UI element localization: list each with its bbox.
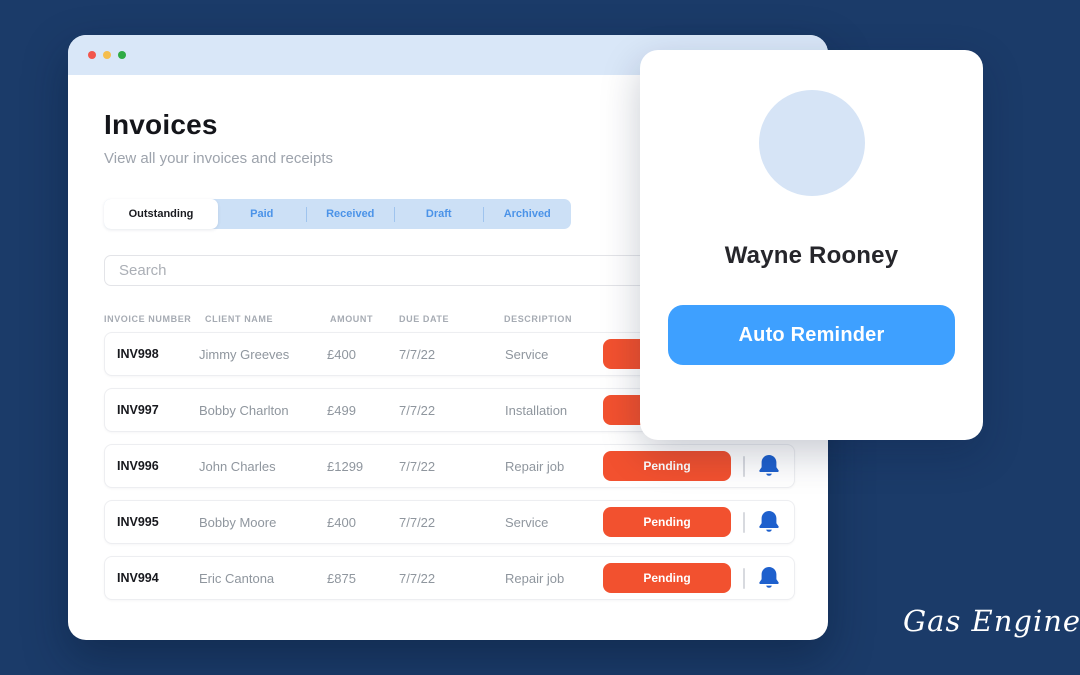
tab-archived[interactable]: Archived — [484, 199, 572, 229]
minimize-window-icon[interactable] — [103, 51, 111, 59]
client-profile-card: Wayne Rooney Auto Reminder — [640, 50, 983, 440]
avatar — [759, 90, 865, 196]
column-header-client-name: CLIENT NAME — [205, 314, 330, 324]
page-title: Invoices — [104, 109, 218, 141]
tab-received[interactable]: Received — [307, 199, 395, 229]
invoice-number: INV997 — [117, 403, 199, 417]
reminder-bell-icon[interactable] — [757, 510, 781, 534]
maximize-window-icon[interactable] — [118, 51, 126, 59]
invoice-amount: £400 — [327, 347, 399, 362]
invoice-number: INV998 — [117, 347, 199, 361]
column-header-due-date: DUE DATE — [399, 314, 504, 324]
invoice-number: INV994 — [117, 571, 199, 585]
due-date: 7/7/22 — [399, 515, 505, 530]
gas-engineer-logo-text: Gas Engineer — [903, 604, 1080, 638]
due-date: 7/7/22 — [399, 403, 505, 418]
invoice-filter-tabs: Outstanding Paid Received Draft Archived — [104, 199, 571, 229]
tab-paid[interactable]: Paid — [218, 199, 306, 229]
tab-outstanding[interactable]: Outstanding — [104, 199, 218, 229]
invoice-amount: £1299 — [327, 459, 399, 474]
row-divider — [743, 456, 745, 477]
column-header-amount: AMOUNT — [330, 314, 399, 324]
tab-draft[interactable]: Draft — [395, 199, 483, 229]
gas-engineer-logo: Gas EngineerS — [903, 604, 1080, 638]
status-badge[interactable]: Pending — [603, 451, 731, 481]
promo-background: Invoices View all your invoices and rece… — [0, 0, 1080, 675]
column-header-invoice-number: INVOICE NUMBER — [104, 314, 205, 324]
reminder-bell-icon[interactable] — [757, 566, 781, 590]
invoice-description: Repair job — [505, 571, 603, 586]
table-row: INV996 John Charles £1299 7/7/22 Repair … — [104, 444, 795, 488]
status-badge[interactable]: Pending — [603, 507, 731, 537]
invoice-description: Service — [505, 347, 603, 362]
invoice-amount: £499 — [327, 403, 399, 418]
due-date: 7/7/22 — [399, 459, 505, 474]
invoice-number: INV995 — [117, 515, 199, 529]
status-badge[interactable]: Pending — [603, 563, 731, 593]
due-date: 7/7/22 — [399, 347, 505, 362]
table-row: INV994 Eric Cantona £875 7/7/22 Repair j… — [104, 556, 795, 600]
client-name: Bobby Moore — [199, 515, 327, 530]
reminder-bell-icon[interactable] — [757, 454, 781, 478]
invoice-description: Service — [505, 515, 603, 530]
client-name: Jimmy Greeves — [199, 347, 327, 362]
invoice-amount: £875 — [327, 571, 399, 586]
auto-reminder-button[interactable]: Auto Reminder — [668, 305, 955, 365]
row-divider — [743, 568, 745, 589]
client-name: Eric Cantona — [199, 571, 327, 586]
client-name: John Charles — [199, 459, 327, 474]
close-window-icon[interactable] — [88, 51, 96, 59]
invoice-number: INV996 — [117, 459, 199, 473]
client-name-heading: Wayne Rooney — [640, 242, 983, 270]
due-date: 7/7/22 — [399, 571, 505, 586]
row-divider — [743, 512, 745, 533]
invoice-amount: £400 — [327, 515, 399, 530]
invoice-description: Repair job — [505, 459, 603, 474]
invoice-description: Installation — [505, 403, 603, 418]
page-subtitle: View all your invoices and receipts — [104, 150, 333, 167]
table-row: INV995 Bobby Moore £400 7/7/22 Service P… — [104, 500, 795, 544]
client-name: Bobby Charlton — [199, 403, 327, 418]
